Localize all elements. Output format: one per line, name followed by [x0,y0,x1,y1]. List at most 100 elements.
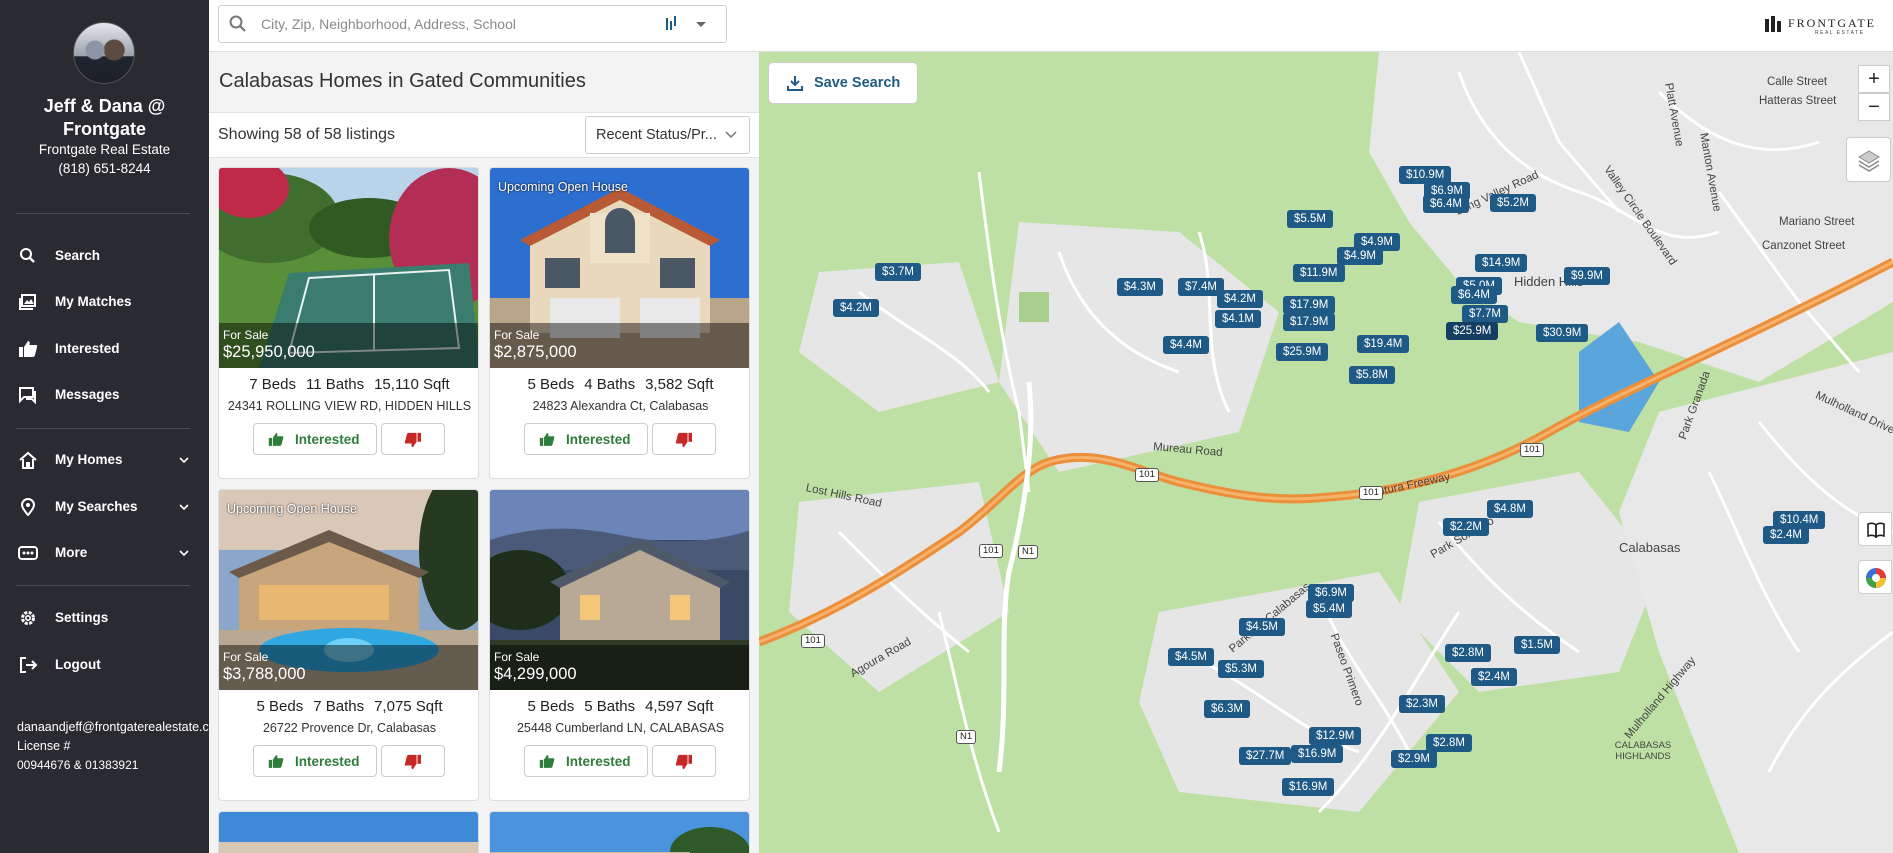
listing-address[interactable]: 26722 Provence Dr, Calabasas [219,721,478,735]
nav-my-homes[interactable]: My Homes [0,442,209,478]
nav-interested[interactable]: Interested [0,331,209,367]
price-pin[interactable]: $2.4M [1471,668,1517,686]
palette-icon [1866,568,1886,588]
listing-photo[interactable] [490,812,750,853]
price-pin[interactable]: $4.8M [1487,500,1533,518]
price-pin[interactable]: $25.9M [1276,343,1329,361]
listing-card[interactable] [218,811,479,853]
map-book-button[interactable] [1858,512,1892,546]
price-pin[interactable]: $5.5M [1287,210,1333,228]
nav-label: Messages [55,387,120,402]
price-pin[interactable]: $16.9M [1291,745,1344,763]
nav-more[interactable]: More [0,535,209,571]
route-shield: 101 [1359,486,1383,500]
listing-status: For Sale [494,650,540,664]
interested-label: Interested [295,754,360,769]
price-pin[interactable]: $16.9M [1282,778,1335,796]
price-pin[interactable]: $6.3M [1204,700,1250,718]
listing-address[interactable]: 24341 ROLLING VIEW RD, HIDDEN HILLS [219,399,478,413]
price-pin[interactable]: $30.9M [1536,324,1589,342]
price-pin[interactable]: $12.9M [1309,727,1362,745]
price-pin[interactable]: $14.9M [1475,254,1528,272]
map-layers-button[interactable] [1846,137,1891,182]
price-pin[interactable]: $5.8M [1349,366,1395,384]
map[interactable]: Calle Street Hatteras Street Mariano Str… [759,52,1893,853]
map-style-button[interactable] [1858,560,1892,594]
nav-my-matches[interactable]: My Matches [0,284,209,320]
listing-address[interactable]: 24823 Alexandra Ct, Calabasas [490,399,749,413]
price-pin[interactable]: $5.3M [1218,660,1264,678]
price-pin[interactable]: $2.4M [1763,526,1809,544]
price-pin[interactable]: $4.1M [1215,310,1261,328]
price-pin[interactable]: $9.9M [1564,267,1610,285]
price-pin[interactable]: $2.3M [1399,695,1445,713]
interested-button[interactable]: Interested [524,423,648,455]
price-pin[interactable]: $4.2M [833,299,879,317]
route-shield: 101 [1135,468,1159,482]
agent-phone: (818) 651-8244 [58,161,151,176]
price-pin[interactable]: $2.8M [1445,644,1491,662]
price-pin[interactable]: $19.4M [1357,335,1410,353]
route-shield: N1 [956,730,977,744]
price-pin[interactable]: $6.4M [1423,195,1469,213]
book-icon [1867,522,1885,538]
interested-button[interactable]: Interested [253,745,377,777]
price-pin[interactable]: $2.2M [1443,518,1489,536]
interested-label: Interested [566,754,631,769]
not-interested-button[interactable] [381,423,445,455]
price-pin[interactable]: $6.4M [1451,286,1497,304]
not-interested-button[interactable] [381,745,445,777]
price-pin[interactable]: $1.5M [1514,636,1560,654]
filter-bars-icon[interactable] [665,16,679,32]
price-pin[interactable]: $4.4M [1163,336,1209,354]
not-interested-button[interactable] [652,745,716,777]
route-shield: N1 [1018,545,1039,559]
chat-icon [19,387,36,404]
price-pin[interactable]: $17.9M [1283,313,1336,331]
price-pin[interactable]: $7.7M [1462,305,1508,323]
price-pin[interactable]: $4.9M [1337,247,1383,265]
baths: 7 Baths [313,698,365,715]
price-pin[interactable]: $4.3M [1117,278,1163,296]
not-interested-button[interactable] [652,423,716,455]
beds: 5 Beds [527,376,575,393]
save-search-button[interactable]: Save Search [768,62,918,104]
nav-logout[interactable]: Logout [0,647,209,683]
listing-card[interactable]: For Sale $25,950,000 7 Beds 11 Baths 15,11… [218,167,479,479]
price-pin[interactable]: $17.9M [1283,296,1336,314]
listing-address[interactable]: 25448 Cumberland LN, CALABASAS [490,721,749,735]
place-label: CALABASAS HIGHLANDS [1614,740,1672,762]
price-pin[interactable]: $4.5M [1168,648,1214,666]
logo-name: FRONTGATE [1788,16,1877,30]
zoom-in-button[interactable]: + [1858,65,1890,93]
price-pin[interactable]: $4.5M [1239,618,1285,636]
price-pin[interactable]: $25.9M [1446,322,1499,340]
home-icon [19,451,37,469]
nav-messages[interactable]: Messages [0,377,209,413]
price-pin[interactable]: $3.7M [875,263,921,281]
nav-settings[interactable]: Settings [0,600,209,636]
price-pin[interactable]: $11.9M [1293,264,1345,282]
price-pin[interactable]: $27.7M [1239,747,1292,765]
listing-photo[interactable] [219,812,479,853]
listing-card[interactable]: Upcoming Open House For Sale $2,875,000 … [489,167,750,479]
price-pin[interactable]: $4.2M [1217,290,1263,308]
nav-search[interactable]: Search [0,238,209,274]
interested-button[interactable]: Interested [524,745,648,777]
listing-card[interactable] [489,811,750,853]
listing-card[interactable]: For Sale $4,299,000 5 Beds 5 Baths 4,597 S… [489,489,750,801]
open-house-tag: Upcoming Open House [498,180,628,194]
sqft: 15,110 Sqft [374,376,450,393]
zoom-out-button[interactable]: − [1858,93,1890,121]
nav-my-searches[interactable]: My Searches [0,489,209,525]
sort-dropdown[interactable]: Recent Status/Pr... [585,116,750,154]
nav-label: My Matches [55,294,132,309]
price-pin[interactable]: $2.9M [1391,750,1437,768]
thumbs-up-icon [19,341,38,357]
listing-card[interactable]: Upcoming Open House For Sale $3,788,000 … [218,489,479,801]
price-pin[interactable]: $5.2M [1490,194,1536,212]
interested-button[interactable]: Interested [253,423,377,455]
price-pin[interactable]: $5.4M [1306,600,1352,618]
caret-down-icon[interactable] [695,21,707,29]
location-search-input[interactable] [261,14,651,34]
